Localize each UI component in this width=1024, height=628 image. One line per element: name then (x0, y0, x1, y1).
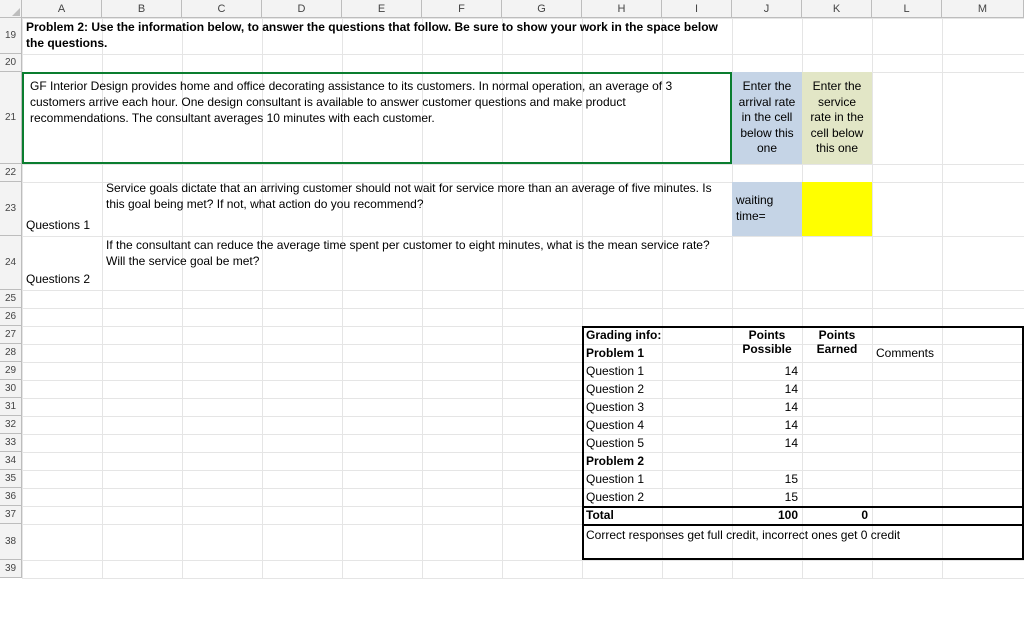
col-header-g[interactable]: G (502, 0, 582, 18)
scenario-text: GF Interior Design provides home and off… (22, 72, 732, 164)
row-header-32[interactable]: 32 (0, 416, 22, 434)
service-rate-prompt: Enter the service rate in the cell below… (802, 72, 872, 164)
row-header-26[interactable]: 26 (0, 308, 22, 326)
row-header-33[interactable]: 33 (0, 434, 22, 452)
problem-2-label: Problem 2 (582, 452, 732, 470)
col-header-l[interactable]: L (872, 0, 942, 18)
row-header-23[interactable]: 23 (0, 182, 22, 236)
col-header-k[interactable]: K (802, 0, 872, 18)
column-headers: ABCDEFGHIJKLM (22, 0, 1024, 18)
select-all-corner[interactable] (0, 0, 22, 18)
row-header-31[interactable]: 31 (0, 398, 22, 416)
col-header-i[interactable]: I (662, 0, 732, 18)
grid-area: Problem 2: Use the information below, to… (22, 18, 1024, 578)
arrival-rate-prompt: Enter the arrival rate in the cell below… (732, 72, 802, 164)
waiting-time-label: waiting time= (732, 182, 802, 236)
row-header-20[interactable]: 20 (0, 54, 22, 72)
grading-row-possible: 14 (732, 362, 802, 380)
row-header-35[interactable]: 35 (0, 470, 22, 488)
col-header-f[interactable]: F (422, 0, 502, 18)
grading-title: Grading info: (582, 326, 732, 344)
col-header-j[interactable]: J (732, 0, 802, 18)
comments-header: Comments (872, 344, 942, 362)
grading-row-possible: 14 (732, 398, 802, 416)
grading-row-possible: 14 (732, 434, 802, 452)
col-header-c[interactable]: C (182, 0, 262, 18)
total-row-border (582, 506, 1024, 524)
row-header-36[interactable]: 36 (0, 488, 22, 506)
col-header-b[interactable]: B (102, 0, 182, 18)
row-header-38[interactable]: 38 (0, 524, 22, 560)
row-header-28[interactable]: 28 (0, 344, 22, 362)
grading-row-possible: 14 (732, 380, 802, 398)
grading-row-label: Question 1 (582, 470, 732, 488)
grading-row-label: Question 5 (582, 434, 732, 452)
col-header-h[interactable]: H (582, 0, 662, 18)
col-header-e[interactable]: E (342, 0, 422, 18)
row-header-22[interactable]: 22 (0, 164, 22, 182)
grading-footer: Correct responses get full credit, incor… (582, 524, 1024, 560)
row-header-27[interactable]: 27 (0, 326, 22, 344)
row-header-25[interactable]: 25 (0, 290, 22, 308)
problem-1-label: Problem 1 (582, 344, 732, 362)
col-header-d[interactable]: D (262, 0, 342, 18)
grading-row-label: Question 4 (582, 416, 732, 434)
row-header-34[interactable]: 34 (0, 452, 22, 470)
question-2-text: If the consultant can reduce the average… (102, 236, 732, 290)
grading-row-label: Question 1 (582, 362, 732, 380)
row-header-39[interactable]: 39 (0, 560, 22, 578)
points-possible-header: Points Possible (732, 326, 802, 362)
grading-row-possible: 15 (732, 470, 802, 488)
grading-row-label: Question 3 (582, 398, 732, 416)
grading-row-possible: 14 (732, 416, 802, 434)
points-earned-header: Points Earned (802, 326, 872, 362)
row-header-30[interactable]: 30 (0, 380, 22, 398)
col-header-a[interactable]: A (22, 0, 102, 18)
spreadsheet: ABCDEFGHIJKLM 19202122232425262728293031… (0, 0, 1024, 628)
problem-title: Problem 2: Use the information below, to… (22, 18, 732, 54)
question-1-label: Questions 1 (22, 182, 102, 236)
row-header-37[interactable]: 37 (0, 506, 22, 524)
row-header-19[interactable]: 19 (0, 18, 22, 54)
row-header-29[interactable]: 29 (0, 362, 22, 380)
question-2-label: Questions 2 (22, 236, 102, 290)
question-1-text: Service goals dictate that an arriving c… (102, 179, 732, 236)
col-header-m[interactable]: M (942, 0, 1024, 18)
row-header-24[interactable]: 24 (0, 236, 22, 290)
grading-row-label: Question 2 (582, 380, 732, 398)
row-header-21[interactable]: 21 (0, 72, 22, 164)
grading-row-possible: 15 (732, 488, 802, 506)
row-headers: 1920212223242526272829303132333435363738… (0, 18, 22, 578)
grading-row-label: Question 2 (582, 488, 732, 506)
waiting-time-input[interactable] (802, 182, 872, 236)
